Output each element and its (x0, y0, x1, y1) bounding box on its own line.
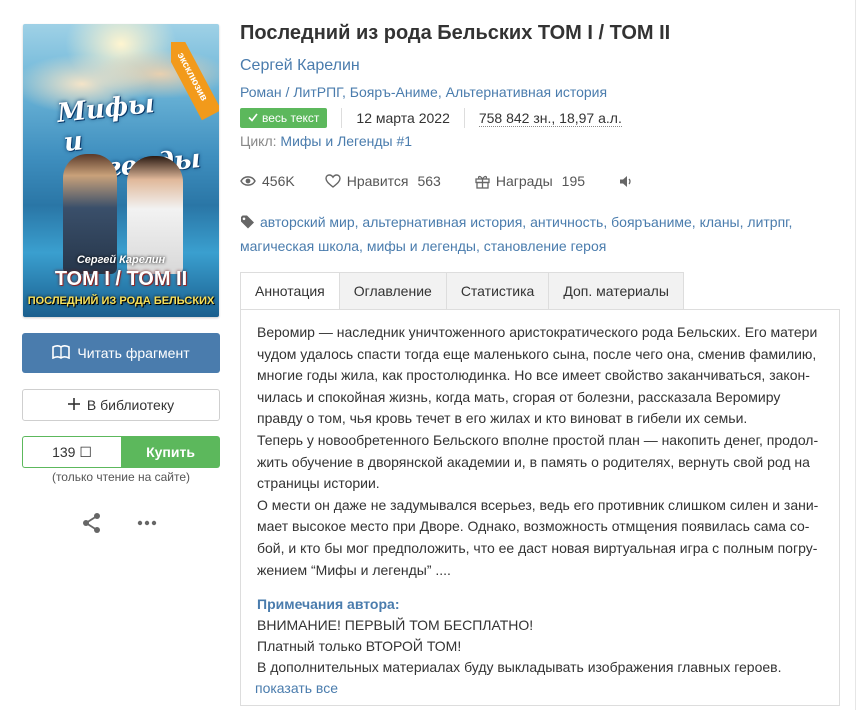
cover-author: Сергей Карелин (76, 254, 166, 266)
tab-annotation[interactable]: Аннотация (240, 272, 339, 310)
exclusive-ribbon: эксклюзив (171, 42, 219, 122)
annotation-panel: Веромир — наследник уничтоженного аристо… (240, 309, 840, 706)
read-fragment-button[interactable]: Читать фрагмент (22, 333, 220, 373)
open-book-icon (52, 344, 71, 362)
likes-label: Нравится (346, 173, 409, 189)
views-count: 456K (262, 173, 295, 189)
full-text-badge: весь текст (240, 108, 328, 128)
book-size: 758 842 зн., 18,97 а.л. (478, 109, 622, 127)
price: 139 ☐ (22, 436, 121, 468)
author-link[interactable]: Сергей Карелин (240, 57, 360, 75)
genres-link[interactable]: Роман / ЛитРПГ, Бояръ-Аниме, Альтернатив… (240, 84, 607, 100)
cover-subtitle: ПОСЛЕДНИЙ ИЗ РОДА БЕЛЬСКИХ (27, 295, 215, 307)
annotation-paragraph: О мести он даже не задумывался всерьез, … (257, 496, 819, 578)
cycle-link[interactable]: Мифы и Легенды #1 (280, 133, 412, 149)
heart-icon (325, 174, 341, 188)
eye-icon (240, 175, 256, 187)
annotation-text: Веромир — наследник уничтоженного аристо… (257, 322, 823, 581)
read-fragment-label: Читать фрагмент (77, 345, 190, 361)
divider (341, 108, 343, 128)
full-text-badge-label: весь текст (262, 111, 320, 125)
cycle-label: Цикл: (240, 133, 277, 149)
author-note-line: Платный только ВТОРОЙ ТОМ! (257, 638, 462, 655)
author-note-line: ВНИМАНИЕ! ПЕРВЫЙ ТОМ БЕСПЛАТНО! (257, 617, 534, 634)
buy-button[interactable]: Купить (121, 436, 220, 468)
awards-stat[interactable]: Награды 195 (475, 173, 585, 189)
more-options-icon[interactable] (135, 512, 159, 534)
check-icon (248, 111, 258, 125)
tabs: Аннотация Оглавление Статистика Доп. мат… (240, 272, 684, 310)
add-to-library-label: В библиотеку (86, 397, 175, 413)
awards-label: Награды (495, 173, 553, 189)
cycle-row: Цикл: Мифы и Легенды #1 (240, 133, 412, 149)
annotation-paragraph: Веромир — наследник уничтоженного аристо… (257, 324, 818, 427)
gift-icon (475, 174, 490, 189)
plus-icon (67, 397, 80, 413)
author-note-line: В дополнительных материалах буду выклады… (257, 659, 782, 676)
buy-row: 139 ☐ Купить (22, 436, 220, 468)
buy-note: (только чтение на сайте) (51, 470, 191, 484)
tab-contents[interactable]: Оглавление (338, 272, 446, 310)
tag-icon (240, 213, 256, 235)
meta-row: весь текст 12 марта 2022 758 842 зн., 18… (240, 107, 622, 129)
tags: авторский мир, альтернативная история, а… (240, 211, 810, 257)
annotation-paragraph: Теперь у новообретенного Бельского вполн… (257, 431, 819, 492)
audio-icon[interactable] (619, 175, 633, 188)
exclusive-ribbon-label: эксклюзив (171, 42, 219, 121)
awards-count: 195 (561, 173, 586, 189)
tab-extra-materials[interactable]: Доп. материалы (548, 272, 684, 310)
cover-volume: ТОМ I / ТОМ II (54, 268, 188, 290)
book-page: Мифы и Легенды Сергей Карелин ТОМ I / ТО… (0, 0, 856, 710)
show-all-link[interactable]: показать все (255, 678, 823, 698)
views-stat: 456K (240, 173, 295, 189)
book-cover[interactable]: Мифы и Легенды Сергей Карелин ТОМ I / ТО… (23, 24, 219, 317)
stats-row: 456K Нравится 563 Награды 195 (240, 171, 633, 191)
author-notes: ВНИМАНИЕ! ПЕРВЫЙ ТОМ БЕСПЛАТНО! Платный … (257, 615, 823, 678)
book-title: Последний из рода Бельских ТОМ I / ТОМ I… (240, 22, 671, 44)
tags-list[interactable]: авторский мир, альтернативная история, а… (240, 214, 792, 254)
share-icon[interactable] (81, 512, 103, 534)
likes-stat[interactable]: Нравится 563 (325, 173, 441, 189)
divider (463, 108, 465, 128)
add-to-library-button[interactable]: В библиотеку (22, 389, 220, 421)
author-notes-title: Примечания автора: (257, 596, 400, 613)
publish-date: 12 марта 2022 (356, 110, 450, 126)
tab-statistics[interactable]: Статистика (445, 272, 549, 310)
likes-count: 563 (417, 173, 441, 189)
